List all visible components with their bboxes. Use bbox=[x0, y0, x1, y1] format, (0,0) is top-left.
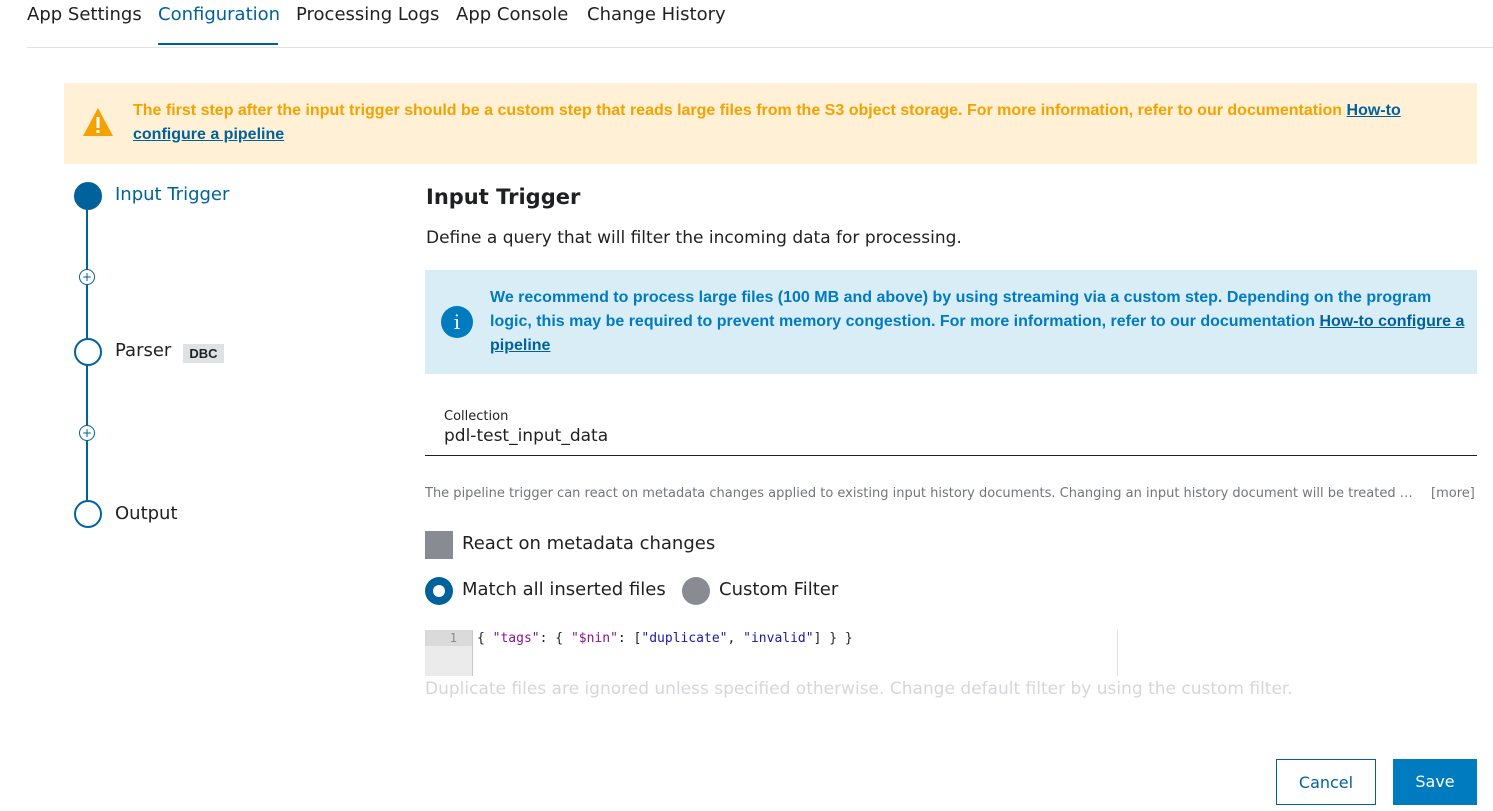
metadata-note: The pipeline trigger can react on metada… bbox=[425, 486, 1415, 501]
step-label-output[interactable]: Output bbox=[115, 503, 178, 524]
info-message: We recommend to process large files (100… bbox=[490, 286, 1465, 358]
collection-label: Collection bbox=[444, 409, 509, 424]
page-subtitle: Define a query that will filter the inco… bbox=[426, 228, 962, 248]
step-label-parser[interactable]: Parser bbox=[115, 340, 171, 361]
radio-match-all[interactable] bbox=[425, 577, 453, 605]
tab-bar: App Settings Configuration Processing Lo… bbox=[27, 0, 1493, 48]
metadata-checkbox[interactable] bbox=[425, 531, 453, 559]
line-number: 1 bbox=[449, 631, 457, 645]
page-title: Input Trigger bbox=[426, 185, 581, 209]
collection-field[interactable]: Collection pdl-test_input_data bbox=[425, 400, 1477, 456]
step-circle-input-trigger[interactable] bbox=[74, 182, 102, 210]
step-label-input-trigger[interactable]: Input Trigger bbox=[115, 184, 229, 205]
tab-configuration[interactable]: Configuration bbox=[158, 4, 280, 25]
filter-code[interactable]: { "tags": { "$nin": ["duplicate", "inval… bbox=[477, 631, 853, 646]
active-tab-indicator bbox=[158, 43, 278, 45]
cancel-button[interactable]: Cancel bbox=[1276, 759, 1376, 805]
info-icon: i bbox=[441, 306, 473, 338]
metadata-checkbox-label[interactable]: React on metadata changes bbox=[462, 533, 715, 554]
add-step-icon[interactable]: + bbox=[79, 425, 95, 441]
warning-message: The first step after the input trigger s… bbox=[133, 99, 1433, 147]
more-link[interactable]: [more] bbox=[1431, 486, 1475, 501]
save-button[interactable]: Save bbox=[1393, 759, 1477, 805]
parser-type-badge: DBC bbox=[183, 344, 224, 363]
tab-app-settings[interactable]: App Settings bbox=[27, 4, 142, 25]
step-circle-parser[interactable] bbox=[74, 338, 102, 366]
radio-match-all-label[interactable]: Match all inserted files bbox=[462, 579, 666, 600]
radio-custom-filter[interactable] bbox=[682, 577, 710, 605]
warning-icon bbox=[83, 108, 113, 136]
step-circle-output[interactable] bbox=[74, 500, 102, 528]
tab-change-history[interactable]: Change History bbox=[587, 4, 726, 25]
info-banner: i We recommend to process large files (1… bbox=[425, 270, 1477, 374]
editor-gutter: 1 bbox=[425, 630, 473, 676]
filter-hint: Duplicate files are ignored unless speci… bbox=[425, 679, 1293, 699]
add-step-icon[interactable]: + bbox=[79, 269, 95, 285]
tab-processing-logs[interactable]: Processing Logs bbox=[296, 4, 439, 25]
tab-app-console[interactable]: App Console bbox=[456, 4, 568, 25]
filter-code-editor[interactable]: 1 { "tags": { "$nin": ["duplicate", "inv… bbox=[425, 630, 1118, 676]
collection-value[interactable]: pdl-test_input_data bbox=[444, 426, 608, 446]
warning-text: The first step after the input trigger s… bbox=[133, 102, 1347, 119]
info-text: We recommend to process large files (100… bbox=[490, 289, 1432, 330]
warning-banner: The first step after the input trigger s… bbox=[64, 83, 1477, 164]
radio-custom-filter-label[interactable]: Custom Filter bbox=[719, 579, 838, 600]
